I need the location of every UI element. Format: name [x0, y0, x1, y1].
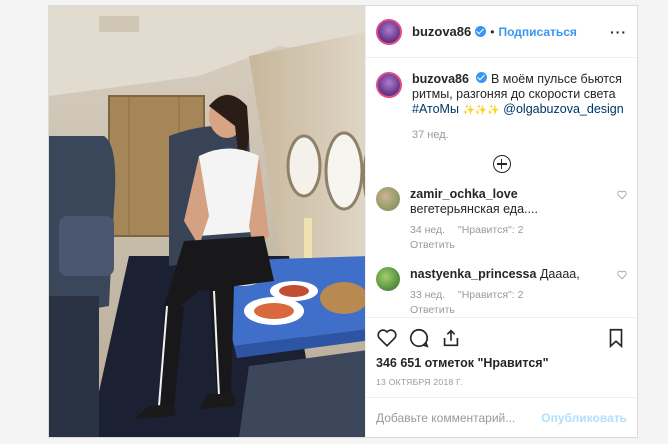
comment-heart-icon[interactable]: [617, 190, 627, 200]
comment-text: Даааа,: [539, 267, 580, 281]
comments-panel[interactable]: buzova86 В моём пульсе бьются ритмы, раз…: [366, 58, 637, 317]
caption-hashtag[interactable]: #АтоМы: [412, 102, 459, 116]
bookmark-icon[interactable]: [605, 327, 627, 349]
share-icon[interactable]: [440, 327, 462, 349]
post-date: 13 ОКТЯБРЯ 2018 Г.: [376, 377, 463, 387]
add-comment-bar: Добавьте комментарий... Опубликовать: [366, 397, 637, 437]
comment-input[interactable]: Добавьте комментарий...: [376, 411, 541, 425]
plus-circle-icon[interactable]: [492, 155, 511, 173]
comment-heart-icon[interactable]: [617, 270, 627, 280]
publish-button[interactable]: Опубликовать: [541, 411, 627, 425]
commenter-avatar[interactable]: [376, 187, 400, 211]
caption-username[interactable]: buzova86: [412, 72, 469, 86]
comment-item: zamir_ochka_love вегетерьянская еда.... …: [376, 187, 627, 253]
heart-icon[interactable]: [376, 327, 398, 349]
caption-author-avatar[interactable]: [376, 72, 402, 98]
follow-button[interactable]: Подписаться: [498, 25, 576, 39]
comment-text: вегетерьянская еда....: [410, 202, 538, 216]
comment-username[interactable]: nastyenka_princessa: [410, 267, 536, 281]
comment-username[interactable]: zamir_ochka_love: [410, 187, 518, 201]
author-username[interactable]: buzova86: [412, 24, 471, 39]
more-options-icon[interactable]: ···: [610, 24, 627, 40]
verified-badge-icon: [476, 72, 488, 83]
caption-age: 37 нед.: [412, 129, 449, 141]
caption-mention[interactable]: @olgabuzova_design: [503, 102, 623, 116]
caption: buzova86 В моём пульсе бьются ритмы, раз…: [376, 72, 627, 143]
caption-sparkles: ✨✨✨: [462, 105, 500, 116]
comment-age: 33 нед.: [410, 289, 446, 301]
comment-likes[interactable]: "Нравится": 2: [458, 224, 523, 236]
reply-button[interactable]: Ответить: [410, 238, 600, 253]
instagram-post: buzova86 • Подписаться ··· buzova86 В мо…: [48, 5, 638, 438]
author-avatar[interactable]: [376, 18, 402, 45]
reply-button[interactable]: Ответить: [410, 303, 600, 317]
commenter-avatar[interactable]: [376, 267, 400, 291]
comment-item: nastyenka_princessa Даааа, 33 нед. "Нрав…: [376, 267, 627, 317]
separator-dot: •: [490, 24, 495, 39]
verified-badge-icon: [475, 26, 487, 37]
likes-count[interactable]: 346 651 отметок "Нравится": [376, 356, 627, 370]
comment-age: 34 нед.: [410, 224, 446, 236]
comment-icon[interactable]: [408, 327, 430, 349]
post-photo[interactable]: [49, 6, 365, 437]
post-actions: 346 651 отметок "Нравится" 13 ОКТЯБРЯ 20…: [366, 317, 637, 387]
comment-likes[interactable]: "Нравится": 2: [458, 289, 523, 301]
post-header: buzova86 • Подписаться ···: [366, 6, 637, 58]
post-sidebar: buzova86 • Подписаться ··· buzova86 В мо…: [365, 6, 637, 437]
